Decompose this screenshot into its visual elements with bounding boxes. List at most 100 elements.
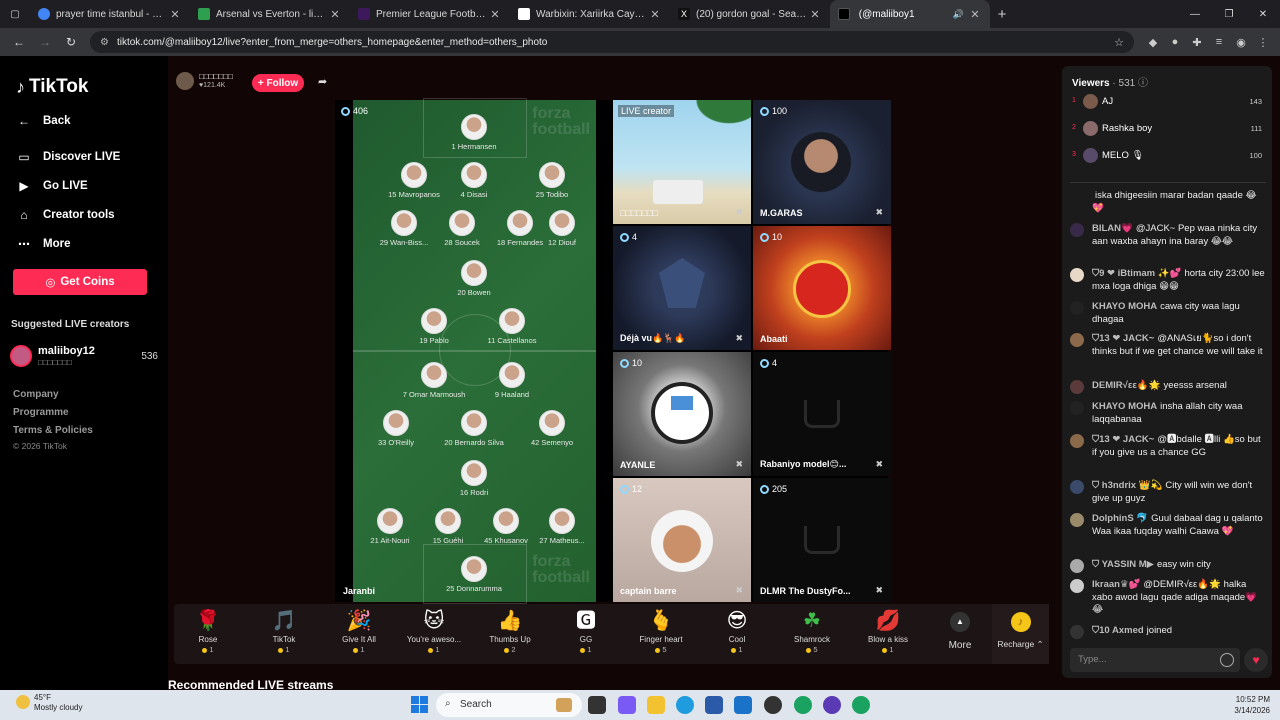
close-tab-icon[interactable]: ✕ xyxy=(808,8,822,21)
close-tab-icon[interactable]: ✕ xyxy=(488,8,502,21)
guest-tile[interactable]: 100 M.GARAS ✖ xyxy=(753,100,891,224)
chat-message: ⛉13 ❤ JACK~ @ANASเย🐈so i don't thinks but… xyxy=(1070,333,1266,358)
profile-avatar-icon[interactable]: ◉ xyxy=(1230,31,1252,53)
minimize-icon[interactable]: — xyxy=(1178,0,1212,28)
sidebar-item-more[interactable]: ⋯ More xyxy=(16,237,70,251)
maximize-icon[interactable]: ❐ xyxy=(1212,0,1246,28)
store-icon[interactable] xyxy=(705,696,723,714)
gift-give-it-all[interactable]: 🎉 Give It All 1 xyxy=(329,608,389,654)
edge-icon[interactable] xyxy=(676,696,694,714)
player: 7 Omar Marmoush xyxy=(399,362,469,399)
host-label: Jaranbi xyxy=(343,586,376,596)
chrome-icon[interactable] xyxy=(852,696,870,714)
gift-finger-heart[interactable]: 🫰 Finger heart 5 xyxy=(631,608,691,654)
browser-tab[interactable]: Premier League Football News,✕ xyxy=(350,0,510,28)
footer-company-link[interactable]: Company xyxy=(13,389,59,400)
app-icon[interactable] xyxy=(764,696,782,714)
close-tab-icon[interactable]: ✕ xyxy=(968,8,982,21)
browser-tab[interactable]: Arsenal vs Everton - live score,✕ xyxy=(190,0,350,28)
recharge-button[interactable]: ♪ Recharge ⌃ xyxy=(992,604,1049,664)
coin-icon: ♪ xyxy=(1010,612,1031,632)
puzzle-extensions-icon[interactable]: ✚ xyxy=(1186,31,1208,53)
get-coins-button[interactable]: ◎ Get Coins xyxy=(13,269,147,295)
browser-tab-active[interactable]: ⁣⁣⁣⁣⁣⁣⁣ (@maliiboy1 🔊 ✕ xyxy=(830,0,990,28)
top-viewer[interactable]: 3 MELO 🎙 100 xyxy=(1072,148,1268,166)
chat-message: KHAYO MOHA cawa city waa lagu dhagaa xyxy=(1070,301,1266,326)
app-icon[interactable] xyxy=(823,696,841,714)
like-heart-button[interactable]: ♥ xyxy=(1244,648,1268,672)
close-tab-icon[interactable]: ✕ xyxy=(168,8,182,21)
media-control-icon[interactable]: ≡ xyxy=(1208,31,1230,53)
speaker-icon[interactable]: 🔊 xyxy=(953,9,964,20)
task-view-icon[interactable] xyxy=(588,696,606,714)
back-arrow-icon[interactable]: ← xyxy=(6,29,32,55)
chat-input[interactable]: Type... xyxy=(1070,648,1240,672)
top-viewer[interactable]: 1 AJ 143 xyxy=(1072,94,1268,112)
browser-menu-icon[interactable]: ⋮ xyxy=(1252,31,1274,53)
browser-tab[interactable]: prayer time istanbul - Google S✕ xyxy=(30,0,190,28)
url-field[interactable]: ⚙ tiktok.com/@maliiboy12/live?enter_from… xyxy=(90,31,1134,53)
start-button[interactable] xyxy=(411,696,428,713)
tab-search-icon[interactable]: ▢ xyxy=(4,3,26,25)
x-favicon-icon: X xyxy=(678,8,690,20)
mic-muted-icon: ✖ xyxy=(875,207,883,217)
browser-tab[interactable]: Warbixin: Xariirka Caymiska ee✕ xyxy=(510,0,670,28)
sidebar-item-go-live[interactable]: ▶ Go LIVE xyxy=(16,179,87,193)
file-explorer-icon[interactable] xyxy=(647,696,665,714)
premier-league-favicon-icon xyxy=(358,8,370,20)
guest-tile[interactable]: 4 Déjà vu🔥🦌🔥 ✖ xyxy=(613,226,751,350)
sidebar-item-discover-live[interactable]: ▭ Discover LIVE xyxy=(16,150,120,164)
tiktok-logo[interactable]: ♪ TikTok xyxy=(16,76,88,98)
shield-extension-icon[interactable]: ◆ xyxy=(1142,31,1164,53)
copilot-icon[interactable] xyxy=(618,696,636,714)
footer-terms-link[interactable]: Terms & Policies xyxy=(13,425,93,436)
gift-thumbs-up[interactable]: 👍 Thumbs Up 2 xyxy=(480,608,540,654)
gift-rose[interactable]: 🌹 Rose 1 xyxy=(178,608,238,654)
guest-tile[interactable]: LIVE creator □□□□□□□ ✖ xyxy=(613,100,751,224)
gift-shamrock[interactable]: ☘ Shamrock 5 xyxy=(782,608,842,654)
gift-cool[interactable]: 😎 Cool 1 xyxy=(707,608,767,654)
guest-tile[interactable]: 205 DLMR The DustyFo... ✖ xyxy=(753,478,891,602)
follow-button[interactable]: + Follow xyxy=(252,74,304,92)
guest-tile[interactable]: 12 captain barre ✖ xyxy=(613,478,751,602)
gift-youre-awesome[interactable]: 🐱 You're aweso... 1 xyxy=(404,608,464,654)
lineup-video[interactable]: forza football forza football 406 1 Herman… xyxy=(341,98,597,604)
gift-tiktok[interactable]: 🎵 TikTok 1 xyxy=(254,608,314,654)
chrome-icon[interactable] xyxy=(794,696,812,714)
top-viewer[interactable]: 2 Rashka boy 111 xyxy=(1072,121,1268,139)
weather-widget[interactable]: 45°F Mostly cloudy xyxy=(16,693,82,713)
guest-tile[interactable]: 4 Rabaniyo model😊... ✖ xyxy=(753,352,891,476)
sidebar-item-creator-tools[interactable]: ⌂ Creator tools xyxy=(16,208,114,222)
host-name: □□□□□□□ xyxy=(199,72,233,81)
close-tab-icon[interactable]: ✕ xyxy=(648,8,662,21)
viewers-header[interactable]: Viewers · 531 ⓘ xyxy=(1072,74,1148,89)
taskbar-search[interactable]: ⌕ Search xyxy=(436,693,582,717)
footer-programme-link[interactable]: Programme xyxy=(13,407,69,418)
guest-tile[interactable]: 10 AYANLE ✖ xyxy=(613,352,751,476)
gift-gg[interactable]: 🅶 GG 1 xyxy=(556,608,616,654)
new-tab-button[interactable]: + xyxy=(990,6,1014,23)
forward-arrow-icon[interactable]: → xyxy=(32,29,58,55)
bookmark-star-icon[interactable]: ☆ xyxy=(1114,36,1124,49)
player: 11 Castellanos xyxy=(477,308,547,345)
system-clock[interactable]: 10:52 PM 3/14/2026 xyxy=(1234,694,1270,716)
more-gifts-button[interactable]: ▲ More xyxy=(942,612,978,651)
extension-icon[interactable]: ● xyxy=(1164,31,1186,53)
outlook-icon[interactable] xyxy=(734,696,752,714)
browser-tab[interactable]: X(20) gordon goal - Search / X✕ xyxy=(670,0,830,28)
reload-icon[interactable]: ↻ xyxy=(58,29,84,55)
host-header[interactable]: □□□□□□□ ♥121.4K xyxy=(176,72,233,90)
chat-message: ⛉ h3ndrix 👑💫 City will win we don't give … xyxy=(1070,480,1266,505)
guest-tile[interactable]: 10 Abaati xyxy=(753,226,891,350)
emoji-icon[interactable] xyxy=(1220,653,1234,667)
info-icon[interactable]: ⓘ xyxy=(1138,78,1148,89)
back-link[interactable]: ← Back xyxy=(16,114,71,128)
suggested-creator[interactable]: maliiboy12 □□□□□□□ 536 xyxy=(10,343,160,369)
home-icon: ⌂ xyxy=(20,208,28,222)
close-window-icon[interactable]: ✕ xyxy=(1246,0,1280,28)
close-tab-icon[interactable]: ✕ xyxy=(328,8,342,21)
gift-blow-a-kiss[interactable]: 💋 Blow a kiss 1 xyxy=(858,608,918,654)
share-icon[interactable]: ➦ xyxy=(318,75,327,88)
site-info-icon[interactable]: ⚙ xyxy=(100,37,109,48)
player: 27 Matheus... xyxy=(527,508,597,545)
